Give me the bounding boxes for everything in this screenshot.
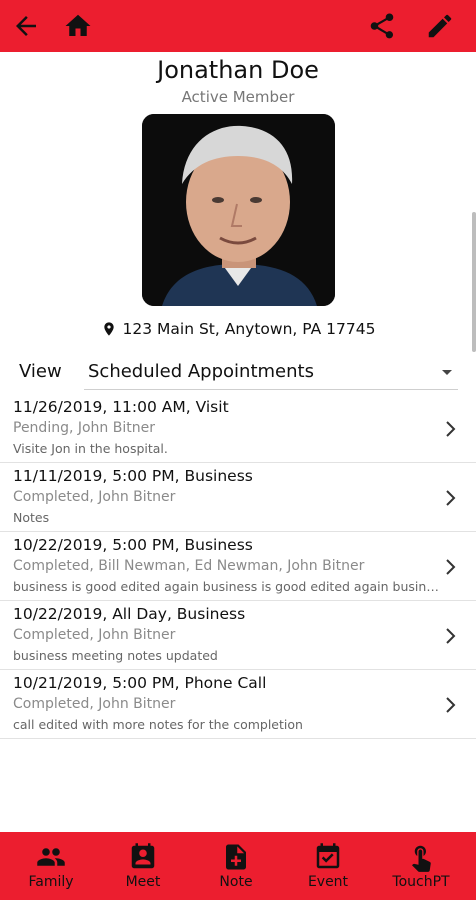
nav-label: Meet	[125, 874, 161, 890]
member-status: Active Member	[181, 88, 295, 106]
chevron-right-icon	[446, 490, 456, 506]
nav-note[interactable]: Note	[190, 832, 282, 900]
appointment-title: 10/22/2019, 5:00 PM, Business	[13, 536, 253, 554]
arrow-left-icon[interactable]	[10, 10, 42, 42]
event-icon	[282, 842, 374, 872]
member-name: Jonathan Doe	[157, 56, 319, 84]
appointment-title: 10/21/2019, 5:00 PM, Phone Call	[13, 674, 267, 692]
share-icon[interactable]	[366, 10, 398, 42]
address-text: 123 Main St, Anytown, PA 17745	[122, 320, 376, 338]
family-icon	[5, 842, 97, 872]
appointment-title: 11/11/2019, 5:00 PM, Business	[13, 467, 253, 485]
chevron-right-icon	[446, 421, 456, 437]
meet-icon	[97, 842, 189, 872]
touch-icon	[375, 842, 467, 872]
appointment-people: Completed, John Bitner	[13, 696, 176, 712]
scrollbar[interactable]	[472, 212, 476, 352]
appointment-people: Completed, John Bitner	[13, 489, 176, 505]
note-add-icon	[190, 842, 282, 872]
list-item[interactable]: 10/21/2019, 5:00 PM, Phone Call Complete…	[0, 670, 476, 739]
view-dropdown[interactable]: Scheduled Appointments	[84, 356, 458, 390]
list-item[interactable]: 11/11/2019, 5:00 PM, Business Completed,…	[0, 463, 476, 532]
appointment-people: Completed, John Bitner	[13, 627, 176, 643]
appointment-notes: Visite Jon in the hospital.	[13, 441, 168, 456]
view-dropdown-value: Scheduled Appointments	[88, 361, 314, 382]
nav-label: TouchPT	[392, 874, 450, 890]
nav-family[interactable]: Family	[5, 832, 97, 900]
view-filter-row: View Scheduled Appointments	[0, 356, 476, 390]
appointment-notes: call edited with more notes for the comp…	[13, 717, 303, 732]
location-pin-icon	[103, 322, 114, 336]
appointment-notes: business meeting notes updated	[13, 648, 218, 663]
chevron-right-icon	[446, 628, 456, 644]
top-app-bar	[0, 0, 476, 52]
list-item[interactable]: 11/26/2019, 11:00 AM, Visit Pending, Joh…	[0, 394, 476, 463]
appointment-title: 11/26/2019, 11:00 AM, Visit	[13, 398, 229, 416]
appointment-people: Pending, John Bitner	[13, 420, 155, 436]
chevron-right-icon	[446, 697, 456, 713]
nav-event[interactable]: Event	[282, 832, 374, 900]
pencil-icon[interactable]	[424, 10, 456, 42]
dropdown-caret-icon	[442, 370, 452, 375]
appointment-list: 11/26/2019, 11:00 AM, Visit Pending, Joh…	[0, 394, 476, 739]
chevron-right-icon	[446, 559, 456, 575]
home-icon[interactable]	[62, 10, 94, 42]
nav-label: Event	[307, 874, 349, 890]
bottom-nav: Family Meet Note Event TouchPT	[0, 832, 476, 900]
member-photo	[142, 114, 335, 306]
appointment-title: 10/22/2019, All Day, Business	[13, 605, 246, 623]
nav-touchpt[interactable]: TouchPT	[375, 832, 467, 900]
member-address: 123 Main St, Anytown, PA 17745	[0, 320, 476, 338]
nav-label: Note	[219, 874, 253, 890]
nav-label: Family	[28, 874, 74, 890]
appointment-people: Completed, Bill Newman, Ed Newman, John …	[13, 558, 365, 574]
list-item[interactable]: 10/22/2019, 5:00 PM, Business Completed,…	[0, 532, 476, 601]
appointment-notes: Notes	[13, 510, 50, 525]
nav-meet[interactable]: Meet	[97, 832, 189, 900]
view-label: View	[19, 361, 62, 382]
list-item[interactable]: 10/22/2019, All Day, Business Completed,…	[0, 601, 476, 670]
appointment-notes: business is good edited again business i…	[13, 579, 443, 594]
